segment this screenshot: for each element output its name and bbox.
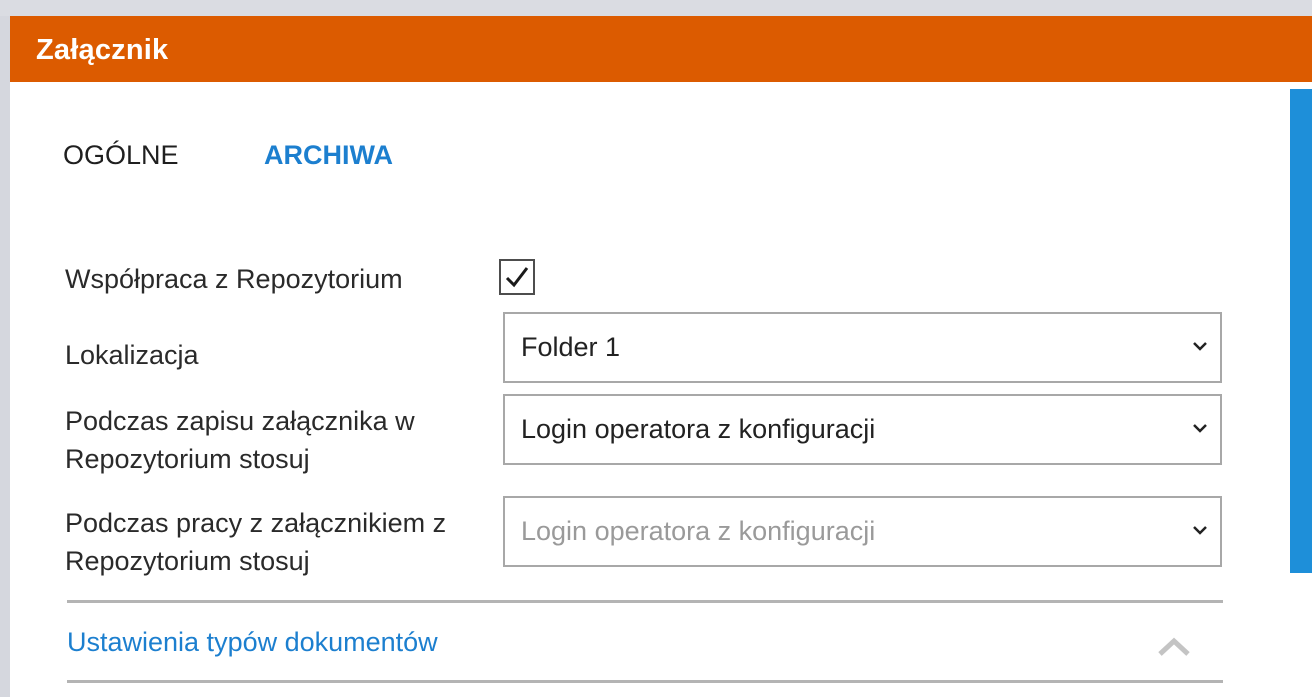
- dialog-titlebar: Załącznik: [10, 16, 1312, 82]
- tab-archives[interactable]: ARCHIWA: [264, 140, 393, 171]
- save-mode-select[interactable]: Login operatora z konfiguracji: [503, 394, 1222, 465]
- save-mode-value: Login operatora z konfiguracji: [521, 414, 876, 444]
- location-value: Folder 1: [521, 332, 621, 362]
- save-mode-label-line1: Podczas zapisu załącznika w: [65, 406, 415, 436]
- chevron-down-icon: [1193, 342, 1207, 351]
- section-divider-bottom: [67, 680, 1223, 683]
- document-types-section-header[interactable]: Ustawienia typów dokumentów: [67, 600, 1223, 680]
- work-mode-value: Login operatora z konfiguracji: [521, 516, 876, 546]
- repository-checkbox[interactable]: [499, 259, 535, 295]
- chevron-down-icon: [1193, 526, 1207, 535]
- repository-label: Współpraca z Repozytorium: [65, 264, 403, 294]
- work-mode-label-line1: Podczas pracy z załącznikiem z: [65, 508, 447, 538]
- chevron-up-icon[interactable]: [1157, 637, 1191, 657]
- work-mode-select[interactable]: Login operatora z konfiguracji: [503, 496, 1222, 567]
- location-select[interactable]: Folder 1: [503, 312, 1222, 383]
- work-mode-label-line2: Repozytorium stosuj: [65, 546, 310, 576]
- location-label: Lokalizacja: [65, 340, 199, 370]
- chevron-down-icon: [1193, 424, 1207, 433]
- scrollbar-thumb[interactable]: [1290, 89, 1312, 573]
- dialog-title: Załącznik: [36, 34, 169, 66]
- background-strip: [0, 0, 1312, 16]
- section-title: Ustawienia typów dokumentów: [67, 627, 438, 657]
- tab-general[interactable]: OGÓLNE: [63, 140, 179, 171]
- attachment-dialog: Załącznik OGÓLNE ARCHIWA Współpraca z Re…: [10, 16, 1312, 697]
- save-mode-label-line2: Repozytorium stosuj: [65, 444, 310, 474]
- checkmark-icon: [505, 267, 529, 288]
